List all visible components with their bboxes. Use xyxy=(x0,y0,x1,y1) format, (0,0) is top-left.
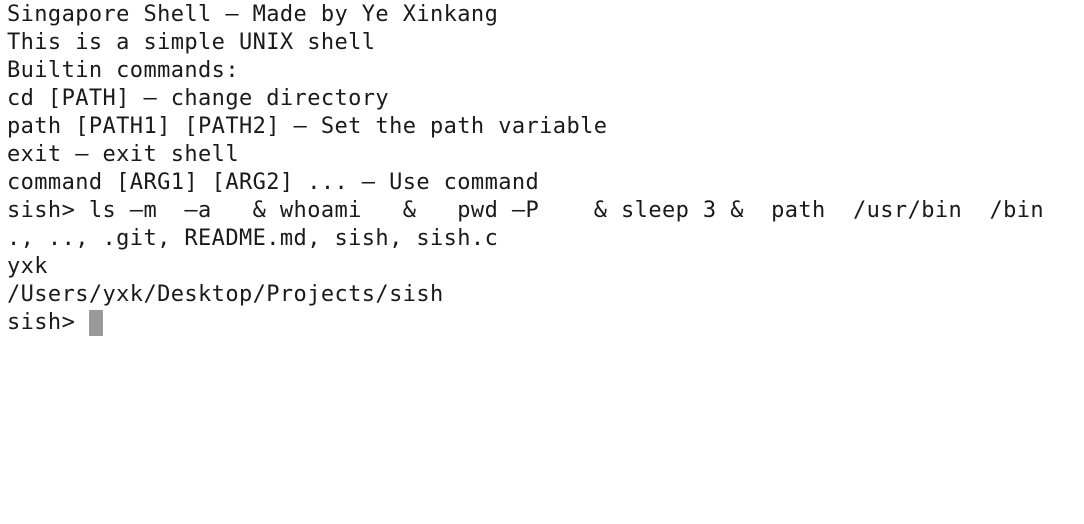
ls-output-line: ., .., .git, README.md, sish, sish.c xyxy=(7,226,499,251)
prompt-label: sish> xyxy=(7,310,76,335)
whoami-output-line: yxk xyxy=(7,254,48,279)
active-prompt-line[interactable]: sish> xyxy=(7,309,1084,337)
help-cd-line: cd [PATH] – change directory xyxy=(7,86,390,111)
banner-title-line: Singapore Shell – Made by Ye Xinkang xyxy=(7,2,499,27)
help-exit-line: exit – exit shell xyxy=(7,142,239,167)
help-command-line: command [ARG1] [ARG2] ... – Use command xyxy=(7,170,540,195)
text-cursor[interactable] xyxy=(89,310,104,336)
terminal-window[interactable]: Singapore Shell – Made by Ye Xinkang Thi… xyxy=(0,0,1084,524)
pwd-output-line: /Users/yxk/Desktop/Projects/sish xyxy=(7,282,444,307)
builtin-commands-heading: Builtin commands: xyxy=(7,58,239,83)
banner-description-line: This is a simple UNIX shell xyxy=(7,30,376,55)
entered-command-line: sish> ls –m –a & whoami & pwd –P & sleep… xyxy=(7,198,1045,223)
help-path-line: path [PATH1] [PATH2] – Set the path vari… xyxy=(7,114,608,139)
